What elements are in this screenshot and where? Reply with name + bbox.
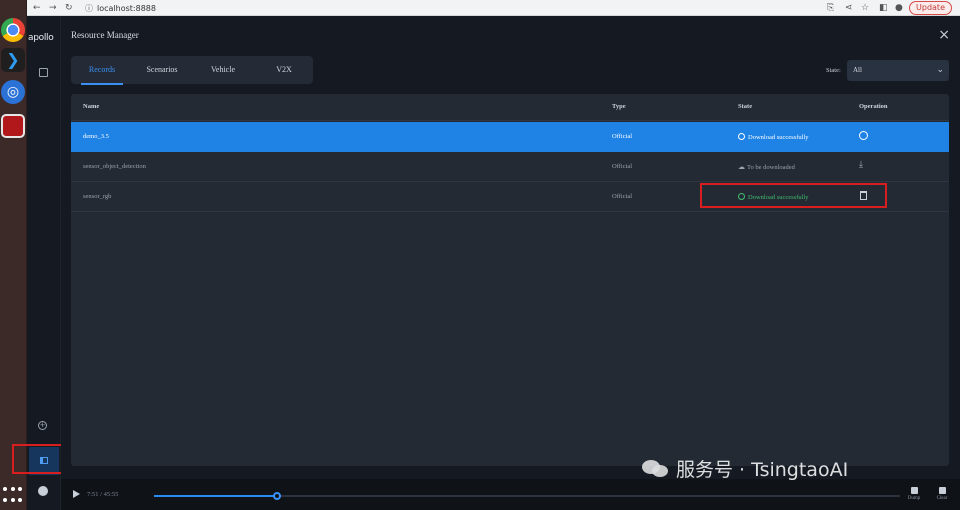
progress-handle[interactable] <box>273 492 282 500</box>
table-header: Name Type State Operation <box>71 94 949 121</box>
apps-grid-icon[interactable] <box>3 487 23 505</box>
add-circle-icon[interactable]: + <box>38 421 47 430</box>
column-header-state: State <box>738 103 753 110</box>
table-row[interactable]: sensor_object_detection Official ☁ To be … <box>71 152 949 182</box>
state-filter-label: State: <box>826 67 841 74</box>
cloud-download-icon: ☁ <box>738 163 745 171</box>
row-type: Official <box>612 133 633 140</box>
browser-toolbar: ← → ↻ ⓘ localhost:8888 ⎘ ⋖ ☆ ◧ ● Update <box>27 0 960 16</box>
progress-fill <box>154 495 278 497</box>
highlight-box-row <box>700 183 887 208</box>
profile-icon[interactable]: ● <box>895 0 903 16</box>
forward-arrow-icon[interactable]: → <box>49 0 57 16</box>
address-bar[interactable]: localhost:8888 <box>97 1 156 15</box>
table-row[interactable]: demo_3.5 Official Download successfully <box>71 122 949 152</box>
reload-icon[interactable]: ↻ <box>65 0 73 16</box>
dump-button[interactable]: Dump <box>904 487 924 501</box>
clear-button[interactable]: Clear <box>932 487 952 501</box>
dump-label: Dump <box>907 496 921 501</box>
state-filter-value: All <box>853 66 862 74</box>
document-icon[interactable] <box>39 68 48 77</box>
playback-time: 7:51 / 45:55 <box>87 491 119 498</box>
row-name: sensor_rgb <box>83 193 112 200</box>
info-icon: ⓘ <box>85 3 93 13</box>
watermark: 服务号 · TsingtaoAI <box>642 455 848 482</box>
wechat-icon <box>642 458 670 480</box>
modal-title: Resource Manager <box>71 30 139 40</box>
trash-icon <box>938 487 946 494</box>
check-circle-icon[interactable] <box>859 131 868 140</box>
column-header-name: Name <box>83 103 100 110</box>
download-icon[interactable]: ⤓ <box>859 160 863 170</box>
tab-vehicle[interactable]: Vehicle <box>203 56 243 84</box>
column-header-operation: Operation <box>859 103 888 110</box>
row-name: sensor_object_detection <box>83 163 146 170</box>
os-dock: ❯ ◎ <box>0 0 27 510</box>
folder-icon <box>910 487 918 494</box>
row-state-text: Download successfully <box>748 134 809 141</box>
row-state: Download successfully <box>738 133 808 141</box>
apollo-logo: apollo <box>28 33 54 43</box>
clear-label: Clear <box>936 496 948 501</box>
progress-track[interactable] <box>154 492 900 500</box>
playback-bar: 7:51 / 45:55 Dump Clear <box>61 479 960 510</box>
back-arrow-icon[interactable]: ← <box>33 0 41 16</box>
play-icon[interactable] <box>73 490 80 498</box>
close-icon[interactable]: × <box>938 27 950 43</box>
column-header-type: Type <box>612 103 626 110</box>
chevron-down-icon: ⌄ <box>936 65 944 75</box>
row-type: Official <box>612 193 633 200</box>
user-avatar-icon[interactable] <box>38 486 48 496</box>
app-sidebar: apollo + <box>27 16 61 510</box>
watermark-text: 服务号 · TsingtaoAI <box>676 459 849 481</box>
translate-icon[interactable]: ⎘ <box>827 0 834 16</box>
row-type: Official <box>612 163 633 170</box>
chrome-app-icon[interactable] <box>1 18 25 42</box>
url-text: localhost:8888 <box>97 3 156 13</box>
tab-v2x[interactable]: V2X <box>267 56 301 84</box>
resource-manager-panel: Resource Manager × Records Scenarios Veh… <box>61 16 960 510</box>
share-icon[interactable]: ⋖ <box>845 0 853 16</box>
check-circle-icon <box>738 133 745 140</box>
tab-scenarios[interactable]: Scenarios <box>139 56 185 84</box>
update-button[interactable]: Update <box>909 1 952 15</box>
tab-bar: Records Scenarios Vehicle V2X <box>71 56 313 85</box>
app-icon[interactable] <box>1 114 25 138</box>
tab-records[interactable]: Records <box>81 56 123 85</box>
row-name: demo_3.5 <box>83 133 109 140</box>
app-icon[interactable]: ◎ <box>1 80 25 104</box>
bookmark-star-icon[interactable]: ☆ <box>861 0 869 16</box>
row-state-text: To be downloaded <box>747 164 795 171</box>
state-filter-select[interactable]: All ⌄ <box>847 60 949 81</box>
vscode-app-icon[interactable]: ❯ <box>1 48 25 72</box>
sidepanel-icon[interactable]: ◧ <box>879 0 888 16</box>
records-table: Name Type State Operation demo_3.5 Offic… <box>71 94 949 466</box>
row-state: ☁ To be downloaded <box>738 163 795 171</box>
